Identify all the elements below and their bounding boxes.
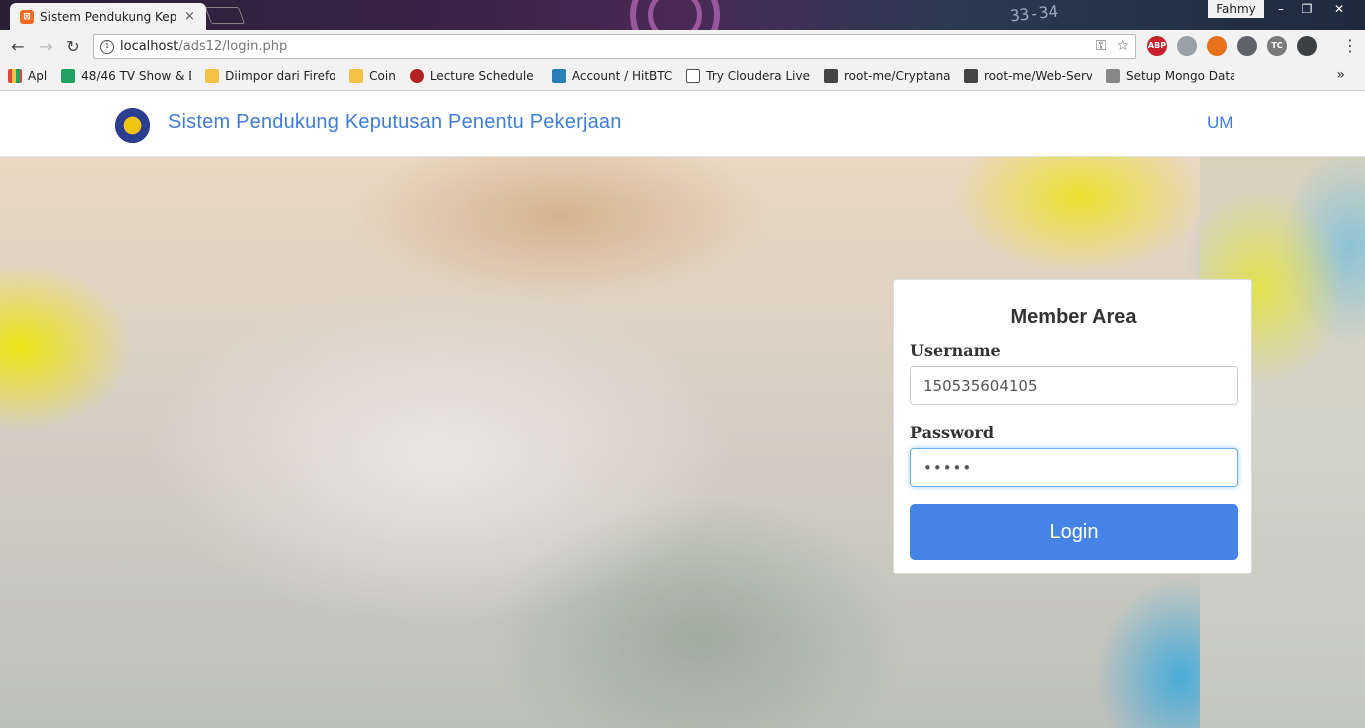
info-icon[interactable]: i	[100, 39, 114, 54]
url-path: /ads12/login.php	[178, 39, 288, 54]
username-input[interactable]	[910, 366, 1238, 405]
university-logo-icon[interactable]	[112, 105, 153, 146]
browser-tab-active[interactable]: ⊠ Sistem Pendukung Keputusan ×	[10, 3, 206, 30]
bookmark-item[interactable]: root-me/Cryptanaly	[823, 69, 950, 83]
web-page: Sistem Pendukung Keputusan Penentu Peker…	[0, 91, 1365, 728]
hitbtc-icon	[551, 69, 566, 83]
restore-button[interactable]: ❐	[1294, 0, 1320, 18]
adblock-icon[interactable]: ABP	[1147, 36, 1167, 56]
close-window-button[interactable]: ✕	[1326, 0, 1352, 18]
extensions: ABP TC	[1147, 36, 1317, 56]
folder-icon	[205, 69, 220, 83]
bookmarks-bar: Apl 48/46 TV Show & Do Diimpor dari Fire…	[0, 62, 1365, 91]
reload-icon[interactable]: ↻	[62, 36, 84, 58]
url-host: localhost	[120, 39, 179, 54]
address-bar[interactable]: i localhost /ads12/login.php ⚿ ☆	[93, 34, 1136, 59]
sheets-icon	[61, 69, 76, 83]
bookmark-item[interactable]: Apl	[8, 69, 47, 83]
card-title: Member Area	[1010, 306, 1137, 328]
key-icon[interactable]: ⚿	[1096, 38, 1107, 54]
xampp-favicon-icon: ⊠	[20, 9, 34, 24]
bookmark-item[interactable]: Setup Mongo Datab	[1105, 69, 1234, 83]
bookmarks-overflow-button[interactable]: »	[1336, 67, 1345, 83]
tab-close-icon[interactable]: ×	[184, 9, 195, 24]
username-label: Username	[910, 341, 1001, 360]
login-card: Member Area Username Password Login	[893, 279, 1252, 574]
extension-icon[interactable]	[1177, 36, 1197, 56]
page-icon	[686, 69, 701, 83]
password-label: Password	[910, 423, 995, 442]
bookmark-item[interactable]: 48/46 TV Show & Do	[61, 69, 191, 83]
rootme-icon	[963, 69, 978, 83]
menu-icon[interactable]: ⋮	[1342, 36, 1358, 56]
browser-chrome: 33-34 ⊠ Sistem Pendukung Keputusan × Fah…	[0, 0, 1365, 91]
extension-icon[interactable]	[1207, 36, 1227, 56]
bookmark-star-icon[interactable]: ☆	[1116, 38, 1129, 54]
tab-strip: ⊠ Sistem Pendukung Keputusan × Fahmy – ❐…	[0, 0, 1365, 30]
apple-icon	[409, 69, 424, 83]
extension-icon[interactable]	[1237, 36, 1257, 56]
new-tab-button[interactable]	[204, 7, 246, 24]
profile-button[interactable]: Fahmy	[1208, 0, 1264, 18]
apps-grid-icon	[8, 69, 22, 83]
navbar: Sistem Pendukung Keputusan Penentu Peker…	[0, 91, 1365, 157]
nav-link-um[interactable]: UM	[1207, 113, 1233, 133]
folder-icon	[349, 69, 364, 83]
minimize-button[interactable]: –	[1268, 0, 1294, 18]
bookmark-item[interactable]: Account / HitBTC	[551, 69, 672, 83]
toolbar: ← → ↻ i localhost /ads12/login.php ⚿ ☆ A…	[0, 30, 1365, 62]
bookmark-folder[interactable]: Diimpor dari Firefox	[205, 69, 335, 83]
login-button[interactable]: Login	[910, 504, 1238, 560]
forward-icon[interactable]: →	[35, 36, 57, 58]
bookmark-item[interactable]: Lecture Schedule - C	[409, 69, 538, 83]
bookmark-folder[interactable]: Coin	[349, 69, 396, 83]
extension-icon[interactable]	[1297, 36, 1317, 56]
back-icon[interactable]: ←	[7, 36, 29, 58]
bookmark-item[interactable]: Try Cloudera Live	[686, 69, 810, 83]
rootme-icon	[823, 69, 838, 83]
password-input[interactable]	[910, 448, 1238, 487]
mongo-icon	[1105, 69, 1120, 83]
tab-title: Sistem Pendukung Keputusan	[40, 9, 176, 24]
bookmark-item[interactable]: root-me/Web-Serve	[963, 69, 1092, 83]
extension-icon[interactable]: TC	[1267, 36, 1287, 56]
brand-title[interactable]: Sistem Pendukung Keputusan Penentu Peker…	[168, 111, 622, 134]
